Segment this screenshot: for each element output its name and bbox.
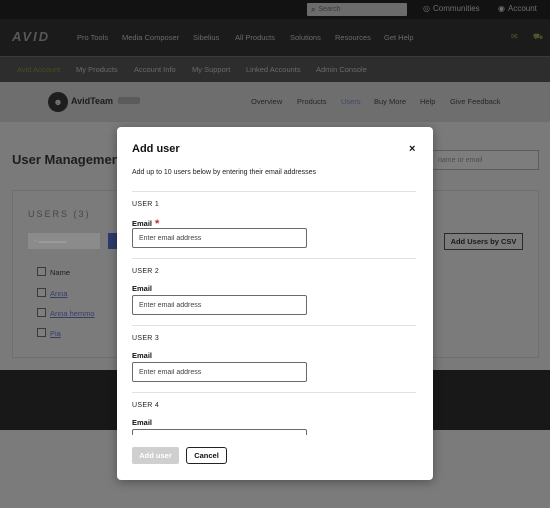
select-all-checkbox[interactable] (37, 267, 46, 276)
user-search-placeholder: name or email (438, 156, 483, 164)
row-checkbox[interactable] (37, 288, 46, 297)
modal-footer: Add user Cancel (117, 435, 433, 480)
nav-media-composer[interactable]: Media Composer (122, 33, 179, 42)
user-entry: USER 1 Email * (132, 191, 416, 258)
user-entry-heading: USER 1 (132, 201, 160, 208)
add-users-csv-button[interactable]: Add Users by CSV (444, 233, 523, 250)
nav-get-help[interactable]: Get Help (384, 33, 414, 42)
subnav-avid-account[interactable]: Avid Account (17, 65, 60, 74)
team-link-users[interactable]: Users (341, 97, 361, 106)
account-link[interactable]: ◉ Account (498, 4, 537, 13)
cancel-button[interactable]: Cancel (186, 447, 227, 464)
communities-link[interactable]: ◎ Communities (423, 4, 480, 13)
nav-pro-tools[interactable]: Pro Tools (77, 33, 108, 42)
remove-user-button[interactable]: ▪ ▬▬▬▬ (28, 233, 100, 249)
redacted-team-suffix (118, 97, 140, 104)
user-entry-heading: USER 2 (132, 268, 160, 275)
add-user-modal: Add user × Add up to 10 users below by e… (117, 127, 433, 480)
user-search-input[interactable]: name or email (425, 150, 539, 170)
subnav-my-support[interactable]: My Support (192, 65, 230, 74)
row-checkbox[interactable] (37, 308, 46, 317)
subnav-linked-accounts[interactable]: Linked Accounts (246, 65, 301, 74)
users-count-heading: USERS (3) (28, 209, 91, 219)
user-entries-scroll-area[interactable]: USER 1 Email* USER 2 Email USER 3 Email … (117, 183, 433, 435)
team-link-help[interactable]: Help (420, 97, 435, 106)
add-user-button[interactable]: Add user (132, 447, 179, 464)
subnav-account-info[interactable]: Account Info (134, 65, 176, 74)
page-title: User Management (12, 152, 124, 167)
user-entry: USER 4 Email (132, 392, 416, 435)
cart-icon[interactable]: ⛟ (533, 32, 543, 42)
nav-resources[interactable]: Resources (335, 33, 371, 42)
close-icon[interactable]: × (409, 143, 415, 155)
email-label: Email (132, 284, 153, 293)
account-subnav: Avid Account My Products Account Info My… (0, 56, 550, 82)
nav-all-products[interactable]: All Products (235, 33, 275, 42)
user-icon: ◉ (498, 4, 505, 13)
user-entry: USER 2 Email (132, 258, 416, 325)
nav-sibelius[interactable]: Sibelius (193, 33, 219, 42)
subnav-my-products[interactable]: My Products (76, 65, 118, 74)
team-bar: ☻ AvidTeam Overview Products Users Buy M… (0, 82, 550, 122)
user-entry: USER 3 Email (132, 325, 416, 392)
subnav-admin-console[interactable]: Admin Console (316, 65, 367, 74)
user-entry-heading: USER 4 (132, 402, 160, 409)
top-search-placeholder: Search (318, 6, 341, 13)
email-field[interactable] (132, 295, 307, 315)
mail-icon[interactable]: ✉ (511, 32, 518, 41)
top-utility-bar: ⌕ Search ◎ Communities ◉ Account (0, 0, 550, 19)
team-name: AvidTeam (71, 96, 114, 106)
email-field[interactable] (132, 362, 307, 382)
user-entry-heading: USER 3 (132, 335, 160, 342)
team-link-give-feedback[interactable]: Give Feedback (450, 97, 500, 106)
nav-solutions[interactable]: Solutions (290, 33, 321, 42)
team-link-products[interactable]: Products (297, 97, 327, 106)
email-label: Email (132, 351, 153, 360)
search-icon: ⌕ (311, 4, 316, 14)
email-label: Email (132, 418, 153, 427)
user-link[interactable]: Pia (50, 329, 61, 338)
top-search-field[interactable]: ⌕ Search (307, 3, 407, 16)
globe-icon: ◎ (423, 4, 430, 13)
avid-logo[interactable]: AVID (12, 29, 50, 44)
modal-description: Add up to 10 users below by entering the… (132, 169, 317, 176)
team-link-overview[interactable]: Overview (251, 97, 282, 106)
row-checkbox[interactable] (37, 328, 46, 337)
modal-title: Add user (132, 143, 180, 155)
team-logo-icon: ☻ (48, 92, 68, 112)
main-navigation: AVID Pro Tools Media Composer Sibelius A… (0, 19, 550, 56)
name-column-header: Name (50, 268, 71, 277)
email-field[interactable] (132, 228, 307, 248)
team-link-buy-more[interactable]: Buy More (374, 97, 406, 106)
user-link[interactable]: Anna (50, 289, 68, 298)
user-link[interactable]: Anna hemmo (50, 309, 95, 318)
